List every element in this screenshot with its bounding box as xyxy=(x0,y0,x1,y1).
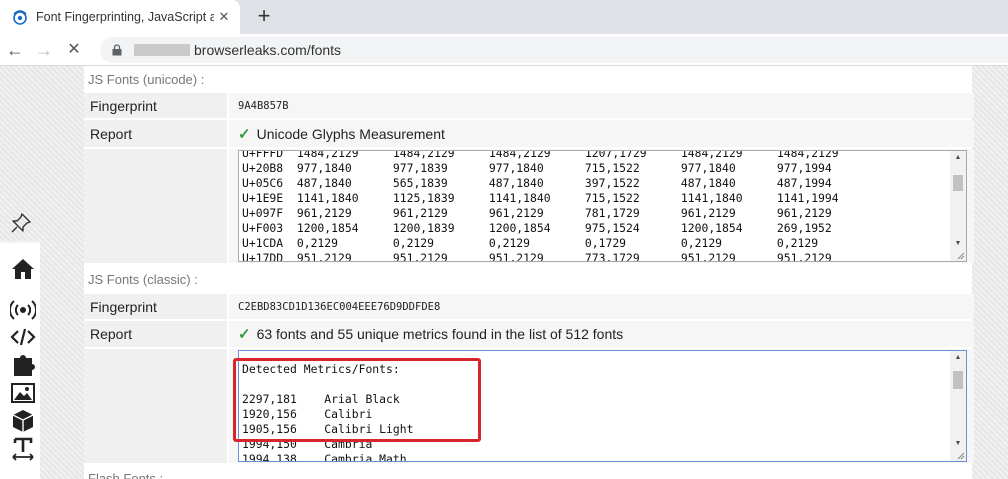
section-title-flash: Flash Fonts : xyxy=(88,471,164,479)
textarea-line: U+05C6 487,1840 565,1839 487,1840 397,15… xyxy=(242,176,832,190)
plus-icon[interactable]: + xyxy=(252,5,276,29)
report-label: Report xyxy=(84,321,227,347)
section-title-classic: JS Fonts (classic) : xyxy=(88,272,198,287)
main-content: JS Fonts (unicode) : Fingerprint 9A4B857… xyxy=(84,66,974,479)
cube-icon[interactable] xyxy=(10,408,36,434)
textarea-line: U+20B8 977,1840 977,1839 977,1840 715,15… xyxy=(242,161,832,175)
lock-icon xyxy=(112,44,122,56)
fingerprint-value: C2EBD83CD1D136EC004EEE76D9DDFDE8 xyxy=(229,294,974,319)
back-arrow-icon[interactable]: ← xyxy=(4,39,26,61)
close-icon[interactable]: ✕ xyxy=(216,9,232,25)
resize-grip-icon[interactable] xyxy=(955,250,965,260)
browser-tab[interactable]: Font Fingerprinting, JavaScript a ✕ xyxy=(0,0,240,34)
home-icon[interactable] xyxy=(10,256,36,282)
scroll-thumb[interactable] xyxy=(953,175,963,191)
textarea-line: U+17DD 951,2129 951,2129 951,2129 773,17… xyxy=(242,251,832,262)
scroll-thumb[interactable] xyxy=(953,371,963,389)
tab-strip: Font Fingerprinting, JavaScript a ✕ + xyxy=(0,0,1008,34)
empty-label-cell xyxy=(84,349,227,463)
unicode-metrics-textarea[interactable]: U+FFFD 1484,2129 1484,2129 1484,2129 120… xyxy=(238,150,967,262)
unicode-report-row: Report ✓ Unicode Glyphs Measurement xyxy=(84,120,974,147)
textarea-scrollbar[interactable]: ▲ ▼ xyxy=(950,351,966,461)
background-pattern-left xyxy=(40,66,84,479)
classic-report-row: Report ✓ 63 fonts and 55 unique metrics … xyxy=(84,321,974,347)
puzzle-icon[interactable] xyxy=(10,352,36,378)
image-icon[interactable] xyxy=(10,380,36,406)
textarea-content: U+FFFD 1484,2129 1484,2129 1484,2129 120… xyxy=(239,150,966,262)
resize-grip-icon[interactable] xyxy=(955,450,965,460)
tab-title: Font Fingerprinting, JavaScript a xyxy=(36,10,214,24)
sidebar-pattern xyxy=(0,66,40,241)
report-label: Report xyxy=(84,120,227,147)
url-text: browserleaks.com/fonts xyxy=(194,42,342,58)
classic-fingerprint-row: Fingerprint C2EBD83CD1D136EC004EEE76D9DD… xyxy=(84,294,974,319)
textarea-scrollbar[interactable]: ▲ ▼ xyxy=(950,151,966,261)
blurred-region xyxy=(134,44,190,56)
textarea-line: U+1CDA 0,2129 0,2129 0,2129 0,1729 0,212… xyxy=(242,236,819,250)
left-sidebar xyxy=(0,66,40,479)
report-value: ✓ Unicode Glyphs Measurement xyxy=(229,120,974,147)
report-text: 63 fonts and 55 unique metrics found in … xyxy=(256,326,624,342)
fingerprint-value: 9A4B857B xyxy=(229,93,974,118)
highlight-annotation xyxy=(233,358,481,442)
sidebar-nav xyxy=(0,243,40,479)
code-icon[interactable] xyxy=(10,324,36,350)
section-title-unicode: JS Fonts (unicode) : xyxy=(88,72,205,87)
browser-toolbar: ← → ✕ browserleaks.com/fonts xyxy=(0,34,1008,66)
textarea-line: U+1E9E 1141,1840 1125,1839 1141,1840 715… xyxy=(242,191,839,205)
background-pattern-right xyxy=(972,66,1008,479)
scroll-up-icon[interactable]: ▲ xyxy=(950,151,966,165)
textarea-line: 1994,138 Cambria Math xyxy=(242,452,407,462)
address-bar[interactable]: browserleaks.com/fonts xyxy=(100,37,1008,63)
check-icon: ✓ xyxy=(238,326,251,343)
scroll-down-icon[interactable]: ▼ xyxy=(950,437,966,451)
fingerprint-label: Fingerprint xyxy=(84,294,227,319)
report-text: Unicode Glyphs Measurement xyxy=(256,125,445,142)
textarea-line: U+097F 961,2129 961,2129 961,2129 781,17… xyxy=(242,206,832,220)
scroll-up-icon[interactable]: ▲ xyxy=(950,351,966,365)
scroll-down-icon[interactable]: ▼ xyxy=(950,237,966,251)
textarea-line: U+FFFD 1484,2129 1484,2129 1484,2129 120… xyxy=(242,150,839,160)
text-size-icon[interactable] xyxy=(10,436,36,462)
globe-favicon xyxy=(13,10,27,25)
fingerprint-label: Fingerprint xyxy=(84,93,227,118)
broadcast-icon[interactable] xyxy=(10,297,36,323)
check-icon: ✓ xyxy=(238,125,251,143)
pin-icon[interactable] xyxy=(10,212,32,234)
report-value: ✓ 63 fonts and 55 unique metrics found i… xyxy=(229,321,974,347)
forward-arrow-icon[interactable]: → xyxy=(33,39,55,61)
empty-label-cell xyxy=(84,149,227,263)
unicode-fingerprint-row: Fingerprint 9A4B857B xyxy=(84,93,974,118)
stop-icon[interactable]: ✕ xyxy=(63,39,85,61)
textarea-line: U+F003 1200,1854 1200,1839 1200,1854 975… xyxy=(242,221,832,235)
